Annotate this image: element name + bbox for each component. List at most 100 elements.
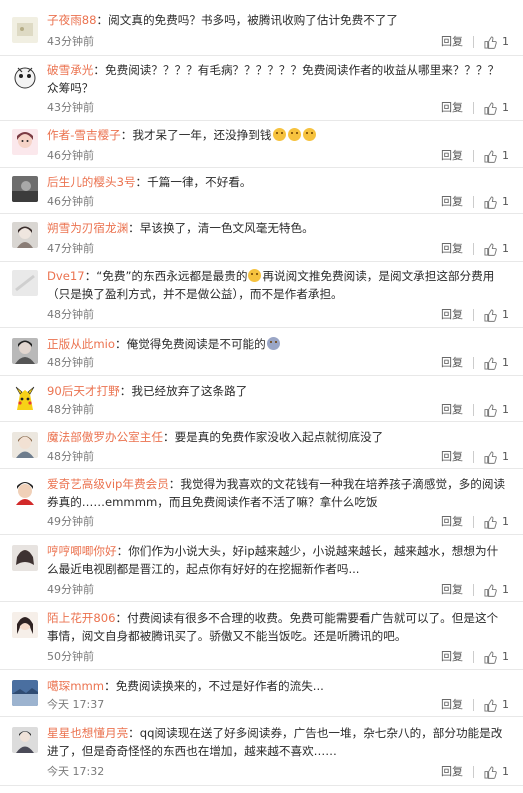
- meta-divider: [473, 150, 474, 162]
- like-count: 1: [502, 698, 509, 711]
- reply-button[interactable]: 回复: [441, 148, 463, 164]
- meta-divider: [473, 651, 474, 663]
- avatar[interactable]: [12, 545, 38, 571]
- comment-divider: [0, 716, 523, 717]
- comment-text: 免费阅读换来的，不过是好作者的流失...: [115, 679, 324, 693]
- reply-button[interactable]: 回复: [441, 402, 463, 418]
- like-button[interactable]: 1: [484, 307, 509, 323]
- comment-text: 免费阅读？？？？有毛病？？？？？？免费阅读作者的收益从哪里来？？？？众筹吗？: [47, 63, 500, 95]
- avatar[interactable]: [12, 17, 38, 43]
- like-button[interactable]: 1: [484, 241, 509, 257]
- comment-username[interactable]: 作者-雪吉樱子: [47, 128, 121, 142]
- crying-emoji-icon: [272, 128, 286, 141]
- reply-button[interactable]: 回复: [441, 514, 463, 530]
- like-button[interactable]: 1: [484, 100, 509, 116]
- like-button[interactable]: 1: [484, 514, 509, 530]
- like-button[interactable]: 1: [484, 697, 509, 713]
- avatar[interactable]: [12, 432, 38, 458]
- like-button[interactable]: 1: [484, 194, 509, 210]
- like-count: 1: [502, 195, 509, 208]
- meta-divider: [473, 404, 474, 416]
- comment-text: 阅文真的免费吗？书多吗，被腾讯收购了估计免费不了了: [108, 13, 399, 27]
- like-button[interactable]: 1: [484, 649, 509, 665]
- avatar[interactable]: [12, 386, 38, 412]
- like-button[interactable]: 1: [484, 355, 509, 371]
- comment-text: 俺觉得免费阅读是不可能的: [126, 337, 266, 351]
- like-button[interactable]: 1: [484, 34, 509, 50]
- comment-username[interactable]: 哼哼唧唧你好: [47, 544, 117, 558]
- reply-button[interactable]: 回复: [441, 582, 463, 598]
- avatar[interactable]: [12, 338, 38, 364]
- comment-divider: [0, 55, 523, 56]
- shocked-emoji-icon: [266, 337, 280, 350]
- like-count: 1: [502, 515, 509, 528]
- comment-username[interactable]: 魔法部傲罗办公室主任: [47, 430, 163, 444]
- meta-divider: [473, 357, 474, 369]
- thumbs-up-icon: [484, 403, 497, 417]
- comment-time: 48分钟前: [47, 356, 94, 369]
- meta-divider: [473, 584, 474, 596]
- comment-text: “免费”的东西永远都是最贵的: [96, 269, 248, 283]
- comment-username[interactable]: 陌上花开806: [47, 611, 116, 625]
- comment-divider: [0, 669, 523, 670]
- thumbs-up-icon: [484, 765, 497, 779]
- comment-username[interactable]: 90后天才打野: [47, 384, 120, 398]
- comment-divider: [0, 120, 523, 121]
- thumbs-up-icon: [484, 515, 497, 529]
- comment-text: 早该换了，清一色文风毫无特色。: [139, 221, 314, 235]
- comment-time: 46分钟前: [47, 149, 94, 162]
- comment-divider: [0, 261, 523, 262]
- reply-button[interactable]: 回复: [441, 307, 463, 323]
- comment-username[interactable]: 破雪承光: [47, 63, 93, 77]
- avatar[interactable]: [12, 129, 38, 155]
- comment-username[interactable]: 后生儿的樱头3号: [47, 175, 136, 189]
- reply-button[interactable]: 回复: [441, 194, 463, 210]
- comment-time: 今天 17:37: [47, 698, 105, 711]
- like-button[interactable]: 1: [484, 764, 509, 780]
- comment-time: 48分钟前: [47, 308, 94, 321]
- reply-button[interactable]: 回复: [441, 649, 463, 665]
- reply-button[interactable]: 回复: [441, 100, 463, 116]
- reply-button[interactable]: 回复: [441, 355, 463, 371]
- comment-username[interactable]: 正版从此mio: [47, 337, 115, 351]
- avatar[interactable]: [12, 479, 38, 505]
- thumbs-up-icon: [484, 149, 497, 163]
- avatar[interactable]: [12, 222, 38, 248]
- comment-username[interactable]: 噶琛mmm: [47, 679, 104, 693]
- thumbs-up-icon: [484, 450, 497, 464]
- avatar[interactable]: [12, 727, 38, 753]
- comment-time: 48分钟前: [47, 403, 94, 416]
- thumbs-up-icon: [484, 650, 497, 664]
- like-button[interactable]: 1: [484, 582, 509, 598]
- comment-username[interactable]: 星星也想懂月亮: [47, 726, 128, 740]
- avatar[interactable]: [12, 680, 38, 706]
- like-button[interactable]: 1: [484, 449, 509, 465]
- like-button[interactable]: 1: [484, 148, 509, 164]
- reply-button[interactable]: 回复: [441, 449, 463, 465]
- like-count: 1: [502, 149, 509, 162]
- avatar[interactable]: [12, 612, 38, 638]
- like-button[interactable]: 1: [484, 402, 509, 418]
- comment-divider: [0, 167, 523, 168]
- avatar[interactable]: [12, 270, 38, 296]
- comment-username[interactable]: 爱奇艺高级vip年费会员: [47, 477, 169, 491]
- avatar[interactable]: [12, 64, 38, 90]
- reply-button[interactable]: 回复: [441, 34, 463, 50]
- comment-divider: [0, 375, 523, 376]
- comment-username[interactable]: 朔雪为刃宿龙渊: [47, 221, 128, 235]
- like-count: 1: [502, 583, 509, 596]
- comment-divider: [0, 468, 523, 469]
- comment-time: 50分钟前: [47, 650, 94, 663]
- avatar[interactable]: [12, 176, 38, 202]
- comment-username[interactable]: 子夜雨88: [47, 13, 97, 27]
- reply-button[interactable]: 回复: [441, 697, 463, 713]
- comment-time: 今天 17:32: [47, 765, 105, 778]
- like-count: 1: [502, 308, 509, 321]
- reply-button[interactable]: 回复: [441, 241, 463, 257]
- reply-button[interactable]: 回复: [441, 764, 463, 780]
- comment-username[interactable]: Dve17: [47, 269, 85, 283]
- comment-divider: [0, 327, 523, 328]
- comment-time: 43分钟前: [47, 101, 94, 114]
- comment-text: 我才呆了一年，还没挣到钱: [132, 128, 272, 142]
- meta-divider: [473, 766, 474, 778]
